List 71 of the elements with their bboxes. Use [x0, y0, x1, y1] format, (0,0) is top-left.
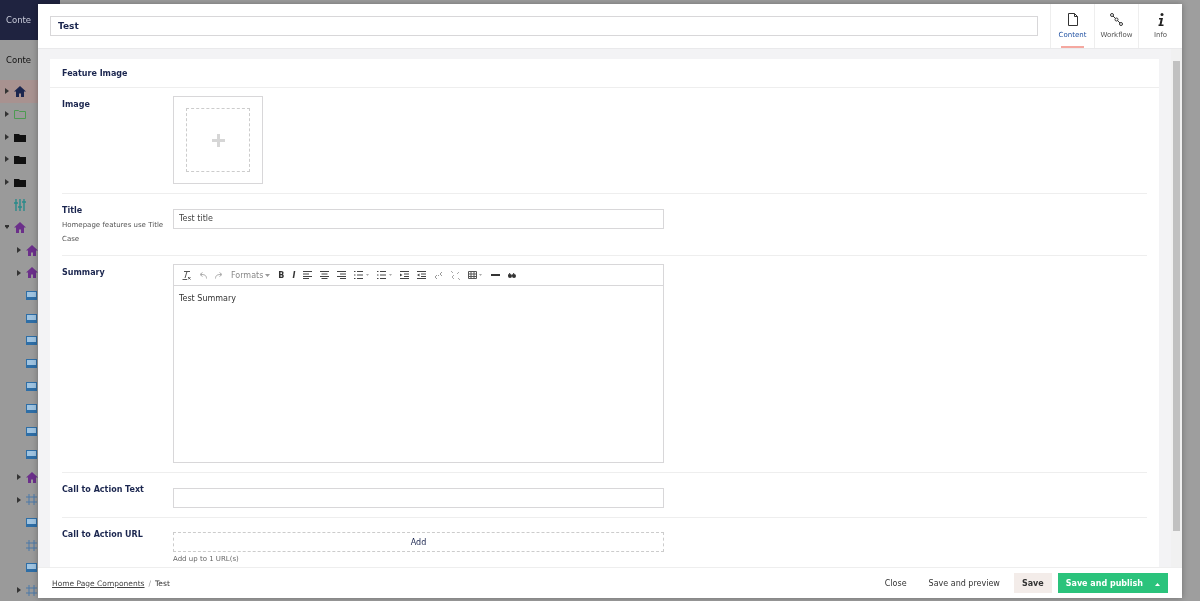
- caret-icon[interactable]: [5, 224, 9, 231]
- house-icon: [14, 221, 26, 233]
- image-icon: [26, 336, 37, 346]
- italic-button[interactable]: I: [292, 270, 296, 280]
- image-icon: [26, 427, 37, 437]
- document-icon: [1067, 13, 1078, 26]
- indent-icon[interactable]: [417, 271, 427, 279]
- image-icon: [26, 449, 37, 459]
- numbered-list-icon[interactable]: [377, 271, 393, 279]
- image-icon: [26, 313, 37, 323]
- action-button[interactable]: Close: [876, 573, 915, 593]
- caret-icon[interactable]: [5, 111, 9, 118]
- align-right-icon[interactable]: [337, 271, 347, 279]
- caret-icon[interactable]: [5, 156, 9, 163]
- image-icon: [26, 291, 37, 301]
- outdent-icon[interactable]: [400, 271, 410, 279]
- name-field[interactable]: Test: [50, 16, 1038, 36]
- house-icon: [26, 244, 38, 256]
- bold-button[interactable]: B: [278, 270, 285, 280]
- info-icon: [1157, 13, 1164, 26]
- property-label: Title: [62, 206, 84, 215]
- property-label: Image: [62, 100, 91, 109]
- caret-icon[interactable]: [5, 133, 9, 140]
- image-icon: [26, 381, 37, 391]
- house-icon: [26, 471, 38, 483]
- caret-icon[interactable]: [5, 179, 9, 186]
- house-icon: [14, 85, 26, 97]
- grid-icon: [26, 494, 37, 506]
- folder-icon: [14, 131, 26, 142]
- caret-icon[interactable]: [17, 269, 21, 276]
- grid-icon: [26, 584, 37, 596]
- caret-icon[interactable]: [5, 88, 9, 95]
- property-label: Call to Action URL: [62, 529, 144, 539]
- caret-icon: [265, 273, 271, 277]
- text-field[interactable]: [173, 487, 664, 508]
- caret-icon: [1155, 582, 1160, 586]
- text-field[interactable]: Test title: [173, 208, 664, 229]
- property-label: Summary: [62, 268, 106, 277]
- group-title: Feature Image: [50, 59, 1159, 88]
- folder-icon: [14, 109, 26, 120]
- workflow-icon: [1110, 13, 1123, 26]
- caret-icon[interactable]: [17, 474, 21, 481]
- folder-icon: [14, 177, 26, 188]
- tree-header: Conte: [5, 54, 33, 67]
- caret-icon[interactable]: [17, 496, 21, 503]
- image-icon: [26, 359, 37, 369]
- bullet-list-icon[interactable]: [354, 271, 370, 279]
- clear-format-icon[interactable]: [182, 270, 191, 280]
- folder-icon: [14, 154, 26, 165]
- image-icon: [26, 517, 37, 527]
- align-left-icon[interactable]: [303, 271, 313, 279]
- add-link-button[interactable]: Add: [173, 532, 664, 552]
- quote-icon[interactable]: [508, 272, 517, 278]
- caret-icon[interactable]: [17, 587, 21, 594]
- plus-icon: [211, 133, 225, 147]
- house-icon: [26, 267, 38, 279]
- horizontal-rule-icon[interactable]: [491, 274, 501, 276]
- rich-text-area[interactable]: Test Summary: [174, 286, 663, 462]
- scrollbar[interactable]: [1171, 49, 1182, 567]
- formats-dropdown[interactable]: Formats: [231, 270, 271, 280]
- property-label: Call to Action Text: [62, 485, 145, 494]
- section-tab[interactable]: Conte: [6, 15, 32, 25]
- image-icon: [26, 404, 37, 414]
- grid-icon: [26, 539, 37, 551]
- save-button[interactable]: Save: [1013, 573, 1052, 593]
- table-icon[interactable]: [468, 271, 484, 279]
- align-center-icon[interactable]: [320, 271, 330, 279]
- sliders-icon: [14, 198, 26, 211]
- caret-icon[interactable]: [17, 247, 21, 254]
- action-button[interactable]: Save and preview: [920, 573, 1008, 593]
- image-icon: [26, 563, 37, 573]
